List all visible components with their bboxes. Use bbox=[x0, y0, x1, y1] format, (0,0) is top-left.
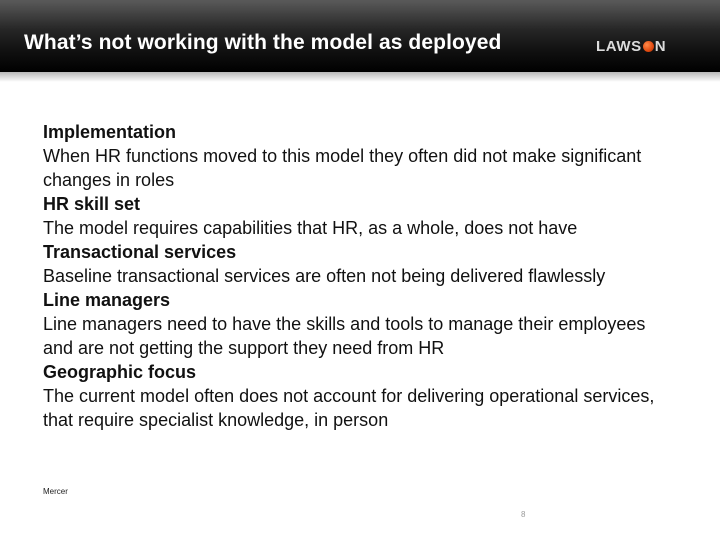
section-body: The current model often does not account… bbox=[43, 386, 655, 430]
section-heading: Line managers bbox=[43, 290, 171, 310]
section-body: When HR functions moved to this model th… bbox=[43, 146, 642, 190]
section-body: The model requires capabilities that HR,… bbox=[43, 218, 578, 238]
logo-text-left: LAWS bbox=[596, 38, 642, 55]
section-heading: HR skill set bbox=[43, 194, 141, 214]
logo-text-right: N bbox=[654, 38, 667, 55]
slide-title: What’s not working with the model as dep… bbox=[24, 31, 502, 54]
section-body: Baseline transactional services are ofte… bbox=[43, 266, 606, 286]
section-body: Line managers need to have the skills an… bbox=[43, 314, 646, 358]
section-hr-skill-set: HR skill set The model requires capabili… bbox=[43, 192, 663, 240]
source-note: Mercer bbox=[43, 487, 68, 496]
page-number: 8 bbox=[521, 510, 526, 519]
section-geographic-focus: Geographic focus The current model often… bbox=[43, 360, 663, 432]
section-heading: Implementation bbox=[43, 122, 177, 142]
logo-o-mark bbox=[642, 41, 654, 52]
section-line-managers: Line managers Line managers need to have… bbox=[43, 288, 663, 360]
section-implementation: Implementation When HR functions moved t… bbox=[43, 120, 663, 192]
slide-content: Implementation When HR functions moved t… bbox=[43, 120, 663, 432]
header-shadow bbox=[0, 72, 720, 82]
lawson-logo: LAWS N bbox=[596, 38, 666, 55]
section-heading: Transactional services bbox=[43, 242, 237, 262]
section-transactional-services: Transactional services Baseline transact… bbox=[43, 240, 663, 288]
section-heading: Geographic focus bbox=[43, 362, 197, 382]
